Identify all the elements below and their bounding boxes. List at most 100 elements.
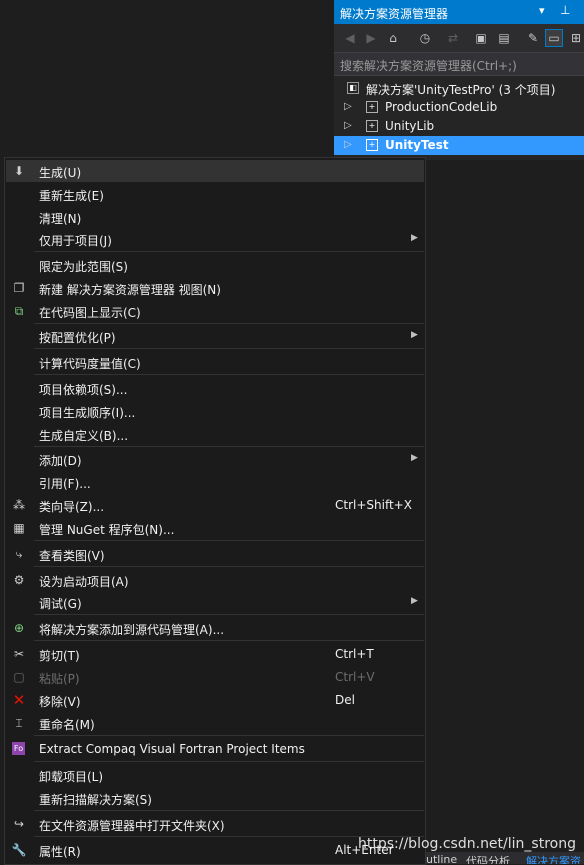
submenu-arrow-icon: ▶ xyxy=(411,233,418,243)
menu-item-show-on-code-map[interactable]: ⧉ 在代码图上显示(C) xyxy=(6,300,424,322)
menu-item-shortcut: Ctrl+T xyxy=(335,647,374,661)
new-view-icon: ❐ xyxy=(13,281,25,295)
menu-item-clean[interactable]: 清理(N) xyxy=(6,206,424,228)
menu-item-label: 重新扫描解决方案(S) xyxy=(39,793,152,807)
menu-item-label: 新建 解决方案资源管理器 视图(N) xyxy=(39,283,221,297)
menu-item-unload-project[interactable]: 卸载项目(L) xyxy=(6,764,424,786)
scissors-icon: ✂ xyxy=(13,647,25,661)
tree-item-unitytest[interactable]: ▷ + UnityTest xyxy=(334,136,584,155)
gear-icon: ⚙ xyxy=(13,573,25,587)
menu-item-view-class-diagram[interactable]: ⤷ 查看类图(V) xyxy=(6,543,424,565)
menu-separator xyxy=(34,251,424,252)
menu-item-optimize-by-config[interactable]: 按配置优化(P) ▶ xyxy=(6,325,424,347)
expand-arrow-icon[interactable]: ▷ xyxy=(344,120,352,131)
tree-item-unitylib[interactable]: ▷ + UnityLib xyxy=(334,117,584,136)
menu-item-label: 生成自定义(B)... xyxy=(39,429,129,443)
solution-label: 解决方案'UnityTestPro' (3 个项目) xyxy=(366,83,556,97)
history-icon[interactable]: ◷ xyxy=(417,30,433,46)
menu-item-label: 调试(G) xyxy=(39,597,82,611)
class-diagram-icon: ⤷ xyxy=(15,547,23,561)
class-wizard-icon: ⁂ xyxy=(13,498,25,512)
menu-item-new-view[interactable]: ❐ 新建 解决方案资源管理器 视图(N) xyxy=(6,277,424,299)
open-folder-icon: ↪ xyxy=(13,817,25,831)
menu-item-references[interactable]: 引用(F)... xyxy=(6,471,424,493)
tree-item-productioncodelib[interactable]: ▷ + ProductionCodeLib xyxy=(334,98,584,117)
menu-separator xyxy=(34,614,424,615)
menu-separator xyxy=(34,348,424,349)
menu-item-label: 清理(N) xyxy=(39,212,82,226)
dropdown-icon[interactable]: ▾ xyxy=(539,4,545,17)
menu-item-build-customizations[interactable]: 生成自定义(B)... xyxy=(6,423,424,445)
menu-item-rename[interactable]: ⌶ 重命名(M) xyxy=(6,712,424,734)
wrench-icon: 🔧 xyxy=(11,843,27,857)
menu-item-rebuild[interactable]: 重新生成(E) xyxy=(6,183,424,205)
menu-item-label: 项目生成顺序(I)... xyxy=(39,406,136,420)
cpp-project-icon: + xyxy=(366,101,378,113)
fortran-icon: Fo xyxy=(12,742,25,755)
menu-item-shortcut: Ctrl+V xyxy=(335,670,375,684)
menu-item-scope-to-this[interactable]: 限定为此范围(S) xyxy=(6,254,424,276)
menu-item-label: 移除(V) xyxy=(39,695,81,709)
sync-icon[interactable]: ⇄ xyxy=(445,30,461,46)
menu-item-rescan-solution[interactable]: 重新扫描解决方案(S) xyxy=(6,787,424,809)
project-label: UnityLib xyxy=(385,119,435,133)
source-control-icon: ⊕ xyxy=(13,621,25,635)
menu-item-cut[interactable]: ✂ 剪切(T) Ctrl+T xyxy=(6,643,424,665)
watermark-text: https://blog.csdn.net/lin_strong xyxy=(358,836,576,852)
cpp-project-icon: + xyxy=(366,139,378,151)
tab-code-analysis[interactable]: 代码分析 xyxy=(466,853,510,864)
solution-explorer-panel: 解决方案资源管理器 ▾ ⊥ ◀ ▶ ⌂ ◷ ⇄ ▣ ▤ ✎ ▭ ⊞ 搜索解决方案… xyxy=(334,0,584,160)
menu-separator xyxy=(34,446,424,447)
tab-outline[interactable]: utline xyxy=(426,853,457,864)
menu-item-project-only[interactable]: 仅用于项目(J) ▶ xyxy=(6,228,424,250)
menu-item-debug[interactable]: 调试(G) ▶ xyxy=(6,591,424,613)
tab-solution-explorer[interactable]: 解决方案资 xyxy=(526,853,581,864)
menu-item-shortcut: Del xyxy=(335,693,355,707)
menu-item-manage-nuget[interactable]: ▦ 管理 NuGet 程序包(N)... xyxy=(6,517,424,539)
menu-item-label: 卸载项目(L) xyxy=(39,770,104,784)
menu-item-class-wizard[interactable]: ⁂ 类向导(Z)... Ctrl+Shift+X xyxy=(6,494,424,516)
menu-item-label: 添加(D) xyxy=(39,454,82,468)
menu-item-label: 限定为此范围(S) xyxy=(39,260,128,274)
project-label: ProductionCodeLib xyxy=(385,100,498,114)
menu-item-build-order[interactable]: 项目生成顺序(I)... xyxy=(6,400,424,422)
menu-item-label: 项目依赖项(S)... xyxy=(39,383,128,397)
submenu-arrow-icon: ▶ xyxy=(411,596,418,606)
submenu-arrow-icon: ▶ xyxy=(411,453,418,463)
menu-separator xyxy=(34,640,424,641)
properties-icon[interactable]: ✎ xyxy=(525,30,541,46)
menu-item-add[interactable]: 添加(D) ▶ xyxy=(6,448,424,470)
menu-item-label: 生成(U) xyxy=(39,166,82,180)
home-icon[interactable]: ⌂ xyxy=(385,30,401,46)
menu-item-paste: ▢ 粘贴(P) Ctrl+V xyxy=(6,666,424,688)
menu-item-set-startup[interactable]: ⚙ 设为启动项目(A) xyxy=(6,569,424,591)
menu-item-open-in-explorer[interactable]: ↪ 在文件资源管理器中打开文件夹(X) xyxy=(6,813,424,835)
solution-explorer-title: 解决方案资源管理器 xyxy=(340,7,449,21)
view-options-icon[interactable]: ⊞ xyxy=(568,30,584,46)
menu-item-add-to-source-control[interactable]: ⊕ 将解决方案添加到源代码管理(A)... xyxy=(6,617,424,639)
pin-icon[interactable]: ⊥ xyxy=(560,3,570,17)
solution-explorer-search[interactable]: 搜索解决方案资源管理器(Ctrl+;) xyxy=(334,52,584,76)
menu-item-extract-fortran[interactable]: Fo Extract Compaq Visual Fortran Project… xyxy=(6,738,424,760)
solution-explorer-toolbar: ◀ ▶ ⌂ ◷ ⇄ ▣ ▤ ✎ ▭ ⊞ xyxy=(334,24,584,52)
expand-arrow-icon[interactable]: ▷ xyxy=(344,101,352,112)
menu-item-label: 将解决方案添加到源代码管理(A)... xyxy=(39,623,225,637)
menu-item-code-metrics[interactable]: 计算代码度量值(C) xyxy=(6,351,424,373)
forward-icon[interactable]: ▶ xyxy=(363,30,379,46)
menu-item-remove[interactable]: ✕ 移除(V) Del xyxy=(6,689,424,711)
preview-icon[interactable]: ▭ xyxy=(545,29,563,47)
expand-arrow-icon[interactable]: ▷ xyxy=(344,139,352,150)
collapse-all-icon[interactable]: ▣ xyxy=(473,30,489,46)
menu-item-project-dependencies[interactable]: 项目依赖项(S)... xyxy=(6,377,424,399)
menu-item-label: 设为启动项目(A) xyxy=(39,575,129,589)
menu-item-label: 属性(R) xyxy=(39,845,81,859)
search-input[interactable]: 搜索解决方案资源管理器(Ctrl+;) xyxy=(340,57,517,74)
menu-item-label: 在文件资源管理器中打开文件夹(X) xyxy=(39,819,225,833)
menu-item-label: 剪切(T) xyxy=(39,649,80,663)
menu-item-build[interactable]: ⬇ 生成(U) xyxy=(6,160,424,182)
back-icon[interactable]: ◀ xyxy=(342,30,358,46)
solution-node[interactable]: ◧ 解决方案'UnityTestPro' (3 个项目) xyxy=(334,79,584,98)
menu-separator xyxy=(34,566,424,567)
show-all-files-icon[interactable]: ▤ xyxy=(496,30,512,46)
menu-separator xyxy=(34,810,424,811)
